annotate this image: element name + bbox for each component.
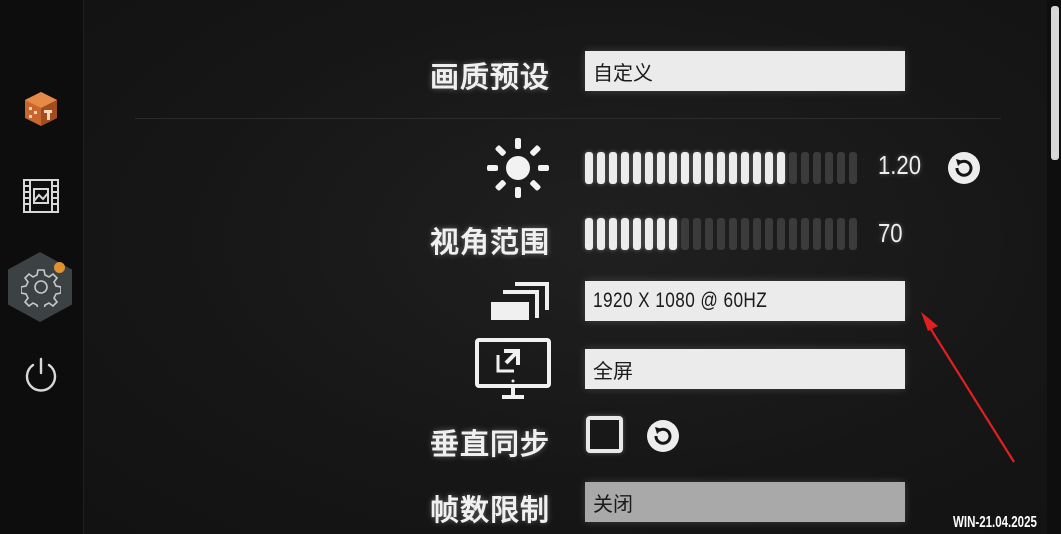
brightness-reset-button[interactable] (946, 150, 982, 190)
resolution-icon (491, 282, 549, 320)
slider-segment (825, 152, 833, 184)
slider-segment (693, 218, 701, 250)
slider-segment (765, 152, 773, 184)
reset-icon (948, 152, 980, 184)
vsync-label: 垂直同步 (429, 427, 550, 461)
brightness-slider[interactable] (585, 152, 857, 184)
brightness-icon-wrap (486, 137, 550, 203)
slider-segment (681, 152, 689, 184)
fov-label: 视角范围 (429, 225, 550, 259)
slider-segment (729, 218, 737, 250)
settings-gear-icon (21, 269, 61, 307)
slider-segment (585, 218, 593, 250)
build-version: WIN-21.04.2025 (953, 514, 1037, 531)
slider-segment (789, 218, 797, 250)
slider-segment (813, 152, 821, 184)
fov-value: 70 (878, 218, 903, 248)
slider-segment (597, 218, 605, 250)
slider-segment (801, 152, 809, 184)
slider-segment (645, 218, 653, 250)
slider-segment (837, 218, 845, 250)
resolution-icon-wrap (489, 280, 551, 328)
frame-limit-dropdown[interactable]: 关闭 (585, 482, 905, 522)
sun-icon (487, 138, 549, 198)
scrollbar-thumb[interactable] (1051, 6, 1059, 160)
frame-limit-value: 关闭 (593, 491, 633, 516)
slider-segment (789, 152, 797, 184)
section-divider (135, 118, 1001, 119)
slider-segment (657, 218, 665, 250)
slider-segment (765, 218, 773, 250)
slider-segment (813, 218, 821, 250)
vsync-reset-button[interactable] (645, 418, 681, 458)
store-button[interactable] (8, 76, 74, 142)
slider-segment (705, 152, 713, 184)
slider-segment (609, 152, 617, 184)
slider-segment (657, 152, 665, 184)
slider-segment (585, 152, 593, 184)
monitor-icon (475, 338, 551, 399)
display-mode-dropdown[interactable]: 全屏 (585, 349, 905, 389)
slider-segment (753, 218, 761, 250)
slider-segment (729, 152, 737, 184)
sidebar (0, 0, 84, 534)
slider-segment (681, 218, 689, 250)
slider-segment (741, 218, 749, 250)
slider-segment (669, 152, 677, 184)
quality-preset-dropdown[interactable]: 自定义 (585, 51, 905, 91)
slider-segment (849, 218, 857, 250)
slider-segment (609, 218, 617, 250)
display-mode-icon-wrap (474, 337, 552, 405)
slider-segment (705, 218, 713, 250)
slider-segment (801, 218, 809, 250)
resolution-value: 1920 X 1080 @ 60HZ (593, 289, 768, 312)
quit-button[interactable] (8, 342, 74, 408)
slider-segment (633, 152, 641, 184)
reset-icon (647, 420, 679, 452)
slider-segment (645, 152, 653, 184)
slider-segment (717, 152, 725, 184)
slider-segment (753, 152, 761, 184)
slider-segment (633, 218, 641, 250)
slider-segment (669, 218, 677, 250)
slider-segment (825, 218, 833, 250)
frame-limit-label: 帧数限制 (429, 493, 550, 527)
fov-slider[interactable] (585, 218, 857, 250)
slider-segment (777, 218, 785, 250)
slider-segment (837, 152, 845, 184)
slider-segment (597, 152, 605, 184)
quality-preset-value: 自定义 (593, 60, 653, 85)
film-icon (23, 179, 59, 213)
display-mode-value: 全屏 (593, 358, 633, 383)
brightness-value: 1.20 (878, 150, 922, 180)
store-cube-icon (25, 92, 57, 126)
slider-segment (693, 152, 701, 184)
vsync-checkbox[interactable] (586, 416, 623, 453)
slider-segment (849, 152, 857, 184)
slider-segment (777, 152, 785, 184)
quality-preset-label: 画质预设 (429, 60, 550, 94)
slider-segment (621, 152, 629, 184)
slider-segment (717, 218, 725, 250)
slider-segment (621, 218, 629, 250)
resolution-dropdown[interactable]: 1920 X 1080 @ 60HZ (585, 281, 905, 321)
slider-segment (741, 152, 749, 184)
media-button[interactable] (8, 163, 74, 229)
notification-dot (54, 262, 65, 273)
power-icon (25, 357, 57, 392)
